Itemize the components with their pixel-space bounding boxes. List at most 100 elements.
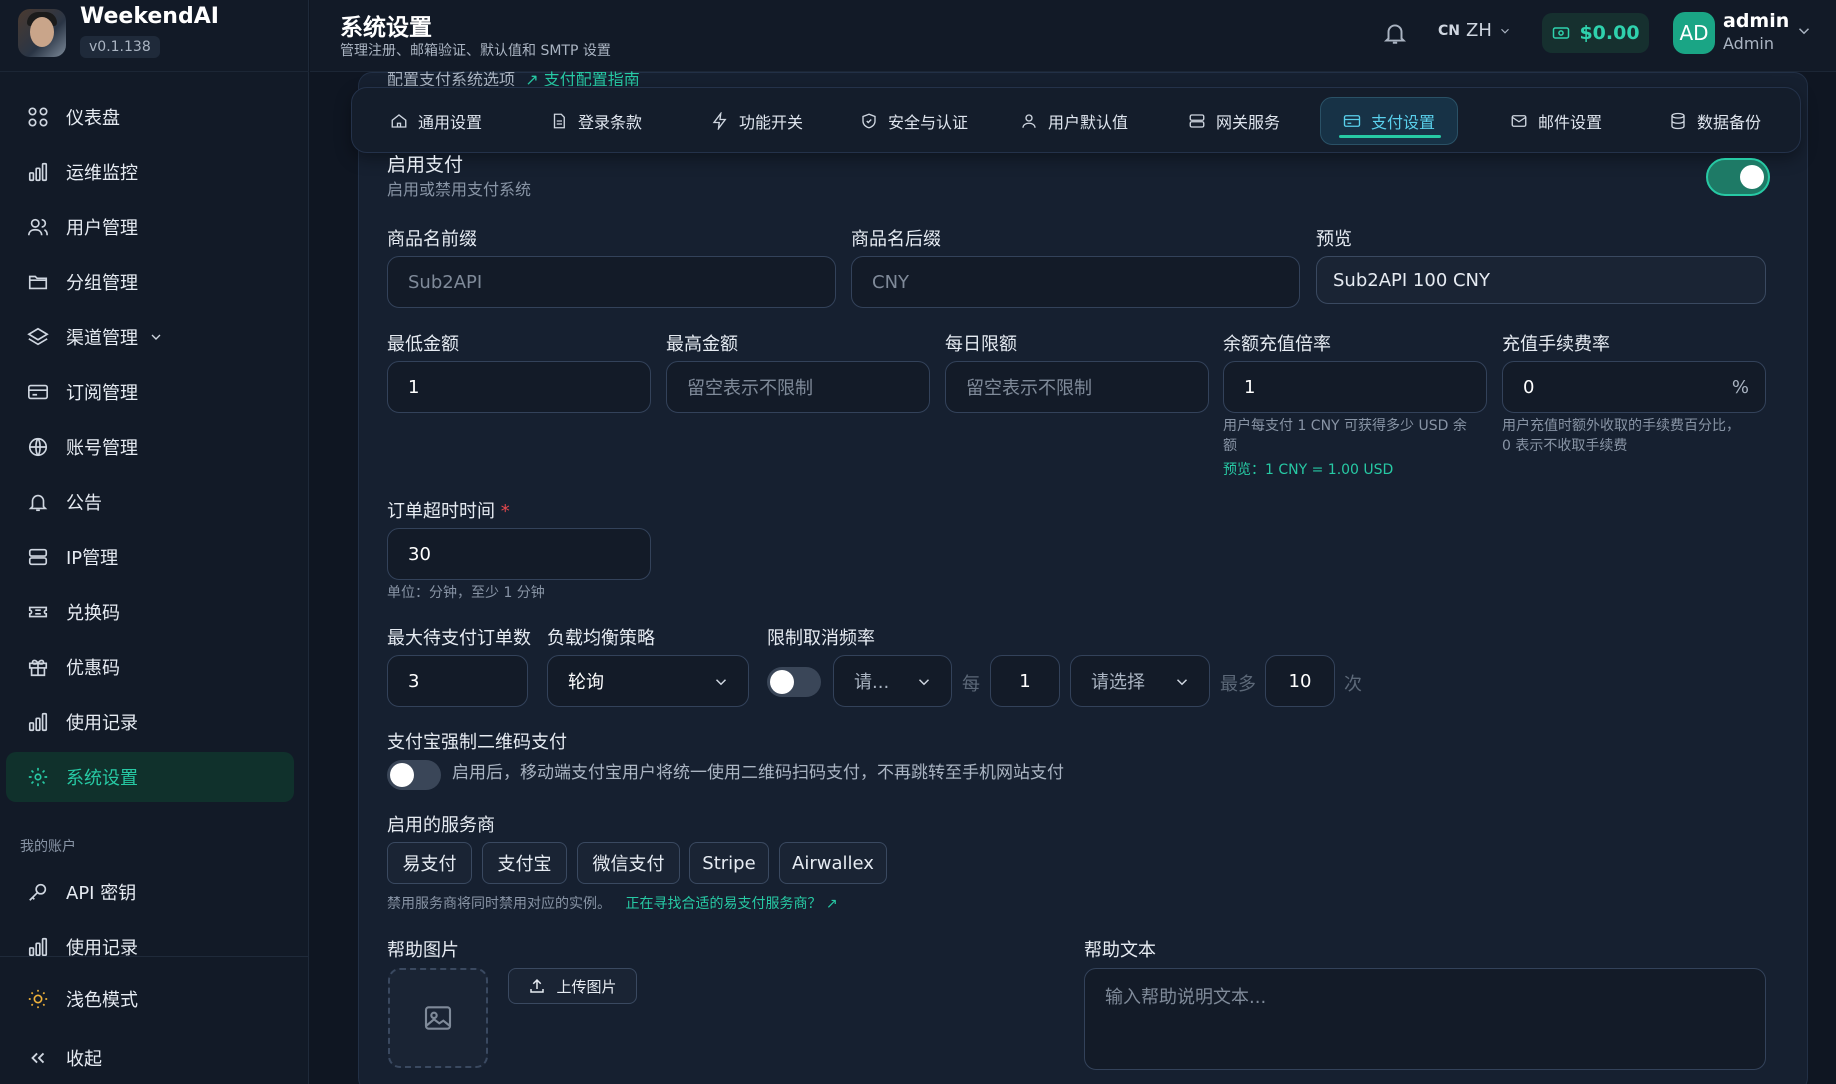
suffix-label: 商品名后缀 [851, 229, 941, 250]
sidebar-item-accounts[interactable]: 账号管理 [6, 422, 294, 472]
tab-backup[interactable]: 数据备份 [1661, 97, 1769, 145]
tab-login-terms[interactable]: 登录条款 [542, 97, 650, 145]
preview-value: Sub2API 100 CNY [1316, 256, 1766, 304]
sidebar-item-channels[interactable]: 渠道管理 [6, 312, 294, 362]
tab-user-defaults[interactable]: 用户默认值 [1012, 97, 1136, 145]
fee-hint-line2: 0 表示不收取手续费 [1502, 438, 1628, 454]
sidebar-item-subscriptions[interactable]: 订阅管理 [6, 367, 294, 417]
sidebar-item-label: 仪表盘 [66, 108, 120, 129]
period-select[interactable]: 请选择 [1070, 655, 1210, 707]
user-name[interactable]: admin [1723, 10, 1789, 32]
max-amount-label: 最高金额 [666, 334, 738, 355]
collapse-sidebar-button[interactable]: 收起 [6, 1033, 294, 1083]
max-amount-input[interactable]: 留空表示不限制 [666, 361, 930, 413]
enable-payment-title: 启用支付 [387, 154, 464, 176]
tab-gateway[interactable]: 网关服务 [1180, 97, 1288, 145]
preview-label: 预览 [1316, 229, 1352, 250]
provider-stripe[interactable]: Stripe [689, 842, 769, 884]
cancel-unit-select[interactable]: 请... [833, 655, 952, 707]
recharge-ratio-input[interactable]: 1 [1223, 361, 1487, 413]
ratio-preview: 预览：1 CNY = 1.00 USD [1223, 462, 1394, 478]
timeout-input[interactable]: 30 [387, 528, 651, 580]
page-subtitle: 管理注册、邮箱验证、默认值和 SMTP 设置 [340, 43, 611, 59]
prefix-input[interactable]: Sub2API [387, 256, 836, 308]
section-label-account: 我的账户 [20, 839, 76, 855]
section-description: 配置支付系统选项 ↗ 支付配置指南 [387, 70, 640, 86]
per-value-input[interactable]: 1 [990, 655, 1060, 707]
cancel-limit-label: 限制取消频率 [767, 628, 875, 649]
database-icon [1671, 112, 1685, 130]
sidebar-item-api-keys[interactable]: API 密钥 [6, 867, 294, 917]
max-pending-label: 最大待支付订单数 [387, 628, 531, 649]
load-balance-select[interactable]: 轮询 [547, 655, 749, 707]
sidebar-item-monitoring[interactable]: 运维监控 [6, 147, 294, 197]
find-epay-provider-link[interactable]: 正在寻找合适的易支付服务商？ ↗ [625, 896, 837, 912]
balance-badge[interactable]: $0.00 [1542, 13, 1649, 53]
cancel-limit-toggle[interactable] [767, 667, 821, 697]
tab-email[interactable]: 邮件设置 [1502, 97, 1610, 145]
home-icon [391, 114, 407, 128]
sidebar-item-users[interactable]: 用户管理 [6, 202, 294, 252]
load-balance-label: 负载均衡策略 [547, 628, 655, 649]
sidebar-item-groups[interactable]: 分组管理 [6, 257, 294, 307]
sidebar-item-ip[interactable]: IP管理 [6, 532, 294, 582]
sidebar-item-announcements[interactable]: 公告 [6, 477, 294, 527]
most-label: 最多 [1220, 674, 1256, 695]
daily-limit-input[interactable]: 留空表示不限制 [945, 361, 1209, 413]
notification-bell-icon[interactable] [1382, 20, 1408, 46]
max-cancel-input[interactable]: 10 [1265, 655, 1335, 707]
timeout-hint: 单位：分钟，至少 1 分钟 [387, 585, 545, 601]
min-amount-input[interactable]: 1 [387, 361, 651, 413]
max-pending-input[interactable]: 3 [387, 655, 528, 707]
daily-limit-label: 每日限额 [945, 334, 1017, 355]
sidebar-item-coupons[interactable]: 优惠码 [6, 642, 294, 692]
provider-wechat[interactable]: 微信支付 [577, 842, 680, 884]
tab-general[interactable]: 通用设置 [382, 97, 490, 145]
page-title: 系统设置 [340, 15, 432, 41]
help-image-label: 帮助图片 [387, 940, 459, 961]
alipay-qr-toggle[interactable] [387, 760, 441, 790]
provider-epay[interactable]: 易支付 [387, 842, 472, 884]
alipay-qr-label: 支付宝强制二维码支付 [387, 732, 567, 753]
help-text-textarea[interactable]: 输入帮助说明文本... [1084, 968, 1766, 1070]
sidebar-item-label: 公告 [66, 493, 102, 514]
server-icon [26, 545, 50, 569]
user-icon [1022, 114, 1036, 128]
tab-security[interactable]: 安全与认证 [852, 97, 976, 145]
enable-payment-toggle[interactable] [1706, 158, 1770, 196]
suffix-input[interactable]: CNY [851, 256, 1300, 308]
provider-alipay[interactable]: 支付宝 [482, 842, 567, 884]
tab-features[interactable]: 功能开关 [703, 97, 811, 145]
chevron-down-icon [918, 679, 930, 686]
theme-toggle[interactable]: 浅色模式 [6, 974, 294, 1024]
balance-value: $0.00 [1579, 22, 1640, 44]
user-avatar[interactable]: AD [1673, 12, 1715, 54]
chevron-down-icon [1176, 679, 1188, 686]
recharge-ratio-label: 余额充值倍率 [1223, 334, 1331, 355]
sidebar-item-label: 订阅管理 [66, 383, 138, 404]
ratio-hint-line2: 额 [1223, 438, 1237, 454]
chevron-down-icon[interactable] [1795, 22, 1813, 40]
globe-icon [26, 435, 50, 459]
payment-guide-link[interactable]: ↗ 支付配置指南 [520, 70, 640, 86]
sidebar-item-dashboard[interactable]: 仪表盘 [6, 92, 294, 142]
key-icon [26, 880, 50, 904]
sidebar-item-label: API 密钥 [66, 883, 137, 904]
fee-rate-input[interactable]: 0 % [1502, 361, 1766, 413]
sidebar-item-my-usage[interactable]: 使用记录 [6, 922, 294, 972]
sidebar-item-settings[interactable]: 系统设置 [6, 752, 294, 802]
gear-icon [26, 765, 50, 789]
sidebar-item-usage[interactable]: 使用记录 [6, 697, 294, 747]
sidebar-item-label: IP管理 [66, 548, 119, 569]
sidebar-item-label: 系统设置 [66, 768, 138, 789]
bell-icon [26, 490, 50, 514]
language-switcher[interactable]: CN ZH [1438, 20, 1512, 41]
timeout-label: 订单超时时间 * [387, 501, 510, 522]
document-icon [553, 113, 565, 129]
chevron-down-icon [715, 679, 727, 686]
help-image-dropzone[interactable] [388, 968, 488, 1068]
sidebar-item-redeem-codes[interactable]: 兑换码 [6, 587, 294, 637]
upload-image-button[interactable]: 上传图片 [508, 968, 637, 1004]
tab-payment[interactable]: 支付设置 [1320, 97, 1459, 145]
provider-airwallex[interactable]: Airwallex [779, 842, 887, 884]
